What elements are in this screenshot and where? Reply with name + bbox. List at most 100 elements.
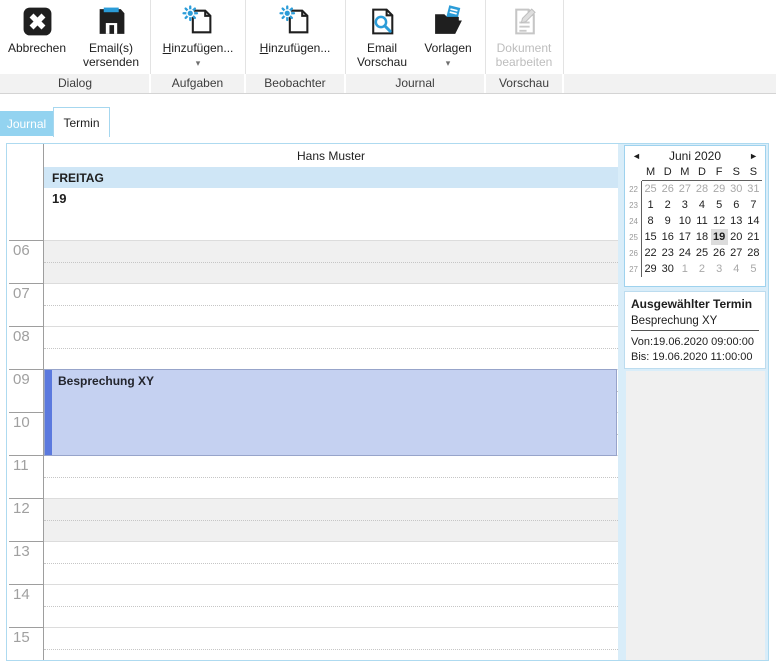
mini-calendar-day[interactable]: 23 xyxy=(659,245,676,261)
hour-row[interactable] xyxy=(44,455,618,498)
mini-calendar-day[interactable]: 17 xyxy=(676,229,693,245)
group-label-aufgaben: Aufgaben xyxy=(171,76,224,90)
add-document-icon xyxy=(181,5,215,38)
group-label-journal: Journal xyxy=(395,76,435,90)
tab-journal[interactable]: Journal xyxy=(0,111,53,136)
week-number: 26 xyxy=(627,245,642,261)
mini-calendar-day[interactable]: 3 xyxy=(711,261,728,277)
button-label: Dokument bearbeiten xyxy=(495,41,553,69)
document-preview-icon xyxy=(366,5,399,38)
mini-calendar-day[interactable]: 22 xyxy=(642,245,659,261)
calendar-owner: Hans Muster xyxy=(296,149,366,163)
mini-calendar-day[interactable]: 11 xyxy=(693,213,710,229)
tab-label: Termin xyxy=(63,115,100,130)
hour-row[interactable] xyxy=(44,326,618,369)
mini-calendar-day[interactable]: 21 xyxy=(745,229,762,245)
tab-termin[interactable]: Termin xyxy=(53,107,110,137)
group-bar-separator xyxy=(244,74,246,93)
mini-calendar-day[interactable]: 28 xyxy=(693,181,710,197)
half-hour-line xyxy=(44,563,618,564)
hour-label-cell: 09 xyxy=(7,369,43,412)
vorlagen-button[interactable]: Vorlagen ▾ xyxy=(414,5,482,68)
dropdown-arrow-icon[interactable]: ▾ xyxy=(446,59,451,68)
mini-calendar-day[interactable]: 18 xyxy=(693,229,710,245)
hour-label-cell: 08 xyxy=(7,326,43,369)
emails-versenden-button[interactable]: Email(s) versenden xyxy=(72,5,150,69)
mini-calendar-day[interactable]: 31 xyxy=(745,181,762,197)
mini-calendar-day[interactable]: 9 xyxy=(659,213,676,229)
mini-calendar-day[interactable]: 2 xyxy=(659,197,676,213)
hinzufuegen-aufgaben-button[interactable]: Hinzufügen... ▾ xyxy=(153,5,243,68)
button-label: Email Vorschau xyxy=(356,41,408,69)
dokument-bearbeiten-button: Dokument bearbeiten xyxy=(486,5,562,69)
mini-calendar-day[interactable]: 19 xyxy=(710,229,728,245)
hour-row[interactable] xyxy=(44,498,618,541)
mini-calendar-day[interactable]: 3 xyxy=(676,197,693,213)
mini-calendar-day[interactable]: 5 xyxy=(711,197,728,213)
selected-appointment-title[interactable]: Besprechung XY xyxy=(631,315,759,331)
button-label: Vorlagen xyxy=(424,41,472,55)
next-month-icon[interactable]: ► xyxy=(749,151,758,161)
mini-calendar-day[interactable]: 7 xyxy=(745,197,762,213)
half-hour-line xyxy=(44,477,618,478)
mini-calendar-day[interactable]: 25 xyxy=(693,245,710,261)
mini-calendar-day[interactable]: 8 xyxy=(642,213,659,229)
mini-calendar-day[interactable]: 29 xyxy=(642,261,659,277)
mini-calendar-day[interactable]: 13 xyxy=(728,213,745,229)
mini-calendar-day[interactable]: 14 xyxy=(745,213,762,229)
hour-row[interactable] xyxy=(44,627,618,660)
dropdown-arrow-icon[interactable]: ▾ xyxy=(196,59,201,68)
group-bar-separator xyxy=(484,74,486,93)
mini-calendar-day[interactable]: 2 xyxy=(693,261,710,277)
mini-calendar-day[interactable]: 28 xyxy=(745,245,762,261)
mini-calendar-day[interactable]: 27 xyxy=(676,181,693,197)
half-hour-line xyxy=(44,520,618,521)
mini-calendar-day[interactable]: 25 xyxy=(642,181,659,197)
weekday-header: D xyxy=(693,165,711,181)
mini-calendar-day[interactable]: 10 xyxy=(676,213,693,229)
group-bar-separator xyxy=(149,74,151,93)
appointment-title: Besprechung XY xyxy=(58,374,155,388)
mini-calendar-day[interactable]: 4 xyxy=(728,261,745,277)
mini-calendar-day[interactable]: 20 xyxy=(728,229,745,245)
selected-appointment-heading: Ausgewählter Termin xyxy=(631,297,753,311)
hour-row[interactable] xyxy=(44,283,618,326)
hour-row[interactable] xyxy=(44,240,618,283)
half-hour-line xyxy=(44,348,618,349)
hinzufuegen-beobachter-button[interactable]: Hinzufügen... xyxy=(247,5,343,55)
mini-calendar-day[interactable]: 4 xyxy=(693,197,710,213)
mini-calendar-day[interactable]: 30 xyxy=(728,181,745,197)
mini-calendar-day[interactable]: 26 xyxy=(711,245,728,261)
mini-calendar-day[interactable]: 1 xyxy=(642,197,659,213)
day-name-bar: FREITAG xyxy=(44,167,618,188)
mini-calendar: ◄ Juni 2020 ► M D M D F S S 22 25 26 27 28 29 30 31 23 1… xyxy=(624,145,766,287)
mini-calendar-day[interactable]: 30 xyxy=(659,261,676,277)
mini-calendar-day[interactable]: 12 xyxy=(711,213,728,229)
group-bar-separator xyxy=(344,74,346,93)
hour-labels: 06 07 08 09 10 11 12 13 14 15 xyxy=(7,240,43,660)
abbrechen-button[interactable]: Abbrechen xyxy=(2,5,72,55)
week-number: 23 xyxy=(627,197,642,213)
appointment-dialog-window: Abbrechen Email(s) versenden Hinzufügen.… xyxy=(0,0,776,661)
mini-calendar-day[interactable]: 29 xyxy=(711,181,728,197)
mini-calendar-day[interactable]: 6 xyxy=(728,197,745,213)
prev-month-icon[interactable]: ◄ xyxy=(632,151,641,161)
hour-label-cell: 12 xyxy=(7,498,43,541)
mini-calendar-day[interactable]: 1 xyxy=(676,261,693,277)
mini-calendar-day[interactable]: 16 xyxy=(659,229,676,245)
group-label-beobachter: Beobachter xyxy=(264,76,326,90)
appointment-block[interactable]: Besprechung XY xyxy=(44,369,617,456)
mini-calendar-day[interactable]: 27 xyxy=(728,245,745,261)
mini-calendar-day[interactable]: 5 xyxy=(745,261,762,277)
email-vorschau-button[interactable]: Email Vorschau xyxy=(348,5,416,69)
hour-row[interactable] xyxy=(44,541,618,584)
selected-appointment-box: Ausgewählter Termin Besprechung XY Von:1… xyxy=(624,291,766,369)
weekday-header: S xyxy=(744,165,762,181)
mini-calendar-day[interactable]: 26 xyxy=(659,181,676,197)
selected-appointment-bis: Bis: 19.06.2020 11:00:00 xyxy=(631,351,753,363)
tab-label: Journal xyxy=(6,116,47,131)
mini-calendar-day[interactable]: 15 xyxy=(642,229,659,245)
half-hour-line xyxy=(44,649,618,650)
hour-row[interactable] xyxy=(44,584,618,627)
mini-calendar-day[interactable]: 24 xyxy=(676,245,693,261)
